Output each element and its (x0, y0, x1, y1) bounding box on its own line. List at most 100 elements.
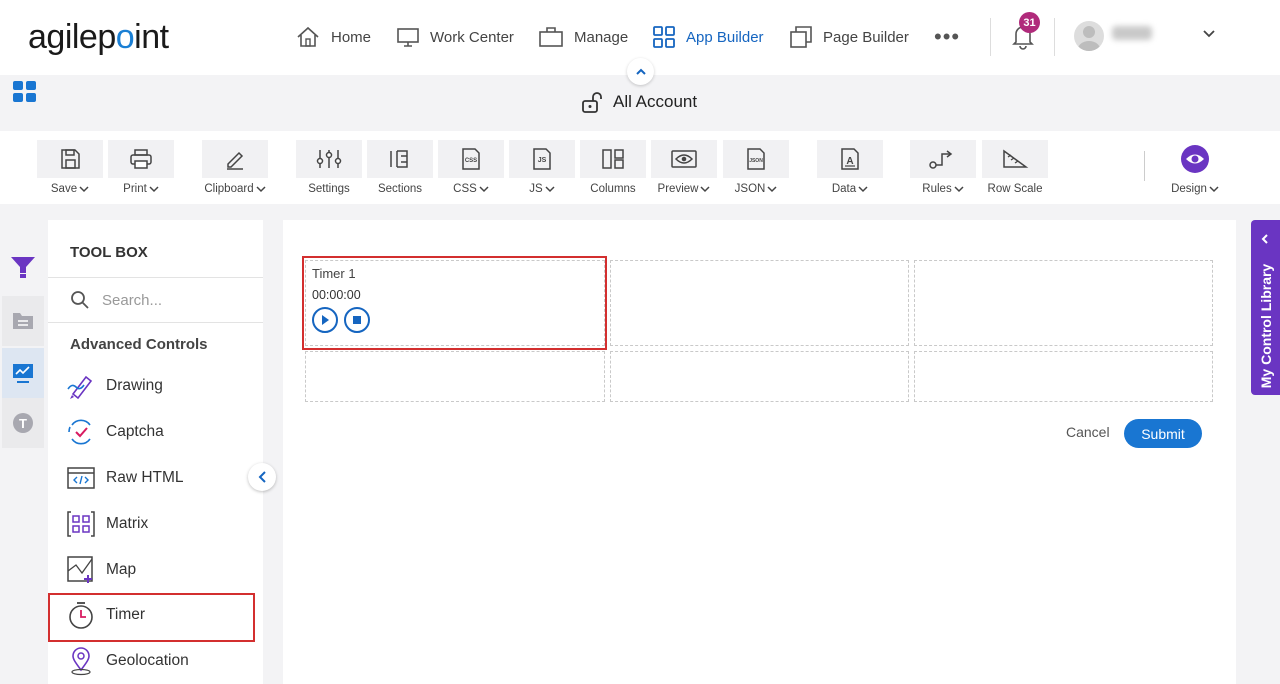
toolbox-item-map[interactable]: Map (66, 551, 136, 589)
chevron-down-icon (149, 185, 159, 192)
toolbox-title: TOOL BOX (70, 244, 148, 261)
pages-icon (790, 26, 812, 48)
chevron-down-icon (545, 185, 555, 192)
form-cell[interactable] (914, 351, 1213, 402)
toolbar-divider (1144, 151, 1145, 181)
app-title-text: All Account (613, 92, 698, 111)
ruler-icon (1003, 149, 1029, 168)
collapse-toolbox-button[interactable] (248, 463, 276, 491)
left-rail: T (0, 220, 46, 684)
js-button[interactable]: JS JS (509, 140, 575, 195)
form-cell[interactable] (610, 260, 909, 346)
form-toolbar: Save Print Clipboard Settings Sections C… (0, 131, 1280, 204)
my-control-library-tab[interactable]: My Control Library (1251, 220, 1280, 395)
toolbox-item-label: Geolocation (106, 652, 189, 669)
toolbox-item-label: Matrix (106, 515, 149, 532)
settings-button[interactable]: Settings (296, 140, 362, 195)
sliders-icon (316, 150, 342, 168)
print-button[interactable]: Print (108, 140, 174, 195)
toolbox-search (70, 290, 252, 310)
nav-page-builder[interactable]: Page Builder (789, 22, 909, 52)
toolbox-item-geolocation[interactable]: Geolocation (66, 642, 189, 680)
pencil-icon (227, 151, 244, 170)
map-icon (67, 556, 93, 583)
chevron-left-icon (1261, 234, 1268, 244)
collapse-header-button[interactable] (627, 58, 654, 85)
user-avatar[interactable] (1074, 21, 1104, 51)
preview-button[interactable]: Preview (651, 140, 717, 195)
design-button[interactable]: Design (1162, 140, 1228, 195)
chevron-down-icon[interactable] (1202, 26, 1216, 44)
chevron-left-icon (258, 471, 266, 483)
nav-home[interactable]: Home (295, 22, 371, 52)
document-list-icon[interactable] (2, 296, 44, 346)
nav-page-builder-label: Page Builder (823, 28, 909, 46)
agilepoint-logo[interactable]: agilepoint (28, 18, 169, 57)
svg-text:JS: JS (538, 157, 547, 164)
search-icon (71, 291, 89, 309)
css-button[interactable]: CSS CSS (438, 140, 504, 195)
data-file-icon: A (841, 148, 859, 170)
form-cell[interactable] (914, 260, 1213, 346)
timer-control-highlight (302, 256, 607, 350)
svg-text:JSON: JSON (749, 158, 763, 164)
cancel-button[interactable]: Cancel (1066, 424, 1110, 440)
chevron-up-icon (635, 68, 646, 75)
chevron-down-icon (700, 185, 710, 192)
briefcase-icon (539, 27, 563, 47)
unlock-icon (582, 92, 602, 113)
chevron-down-icon (256, 185, 266, 192)
toolbox-item-drawing[interactable]: Drawing (66, 367, 163, 405)
form-cell[interactable] (610, 351, 909, 402)
sections-button[interactable]: Sections (367, 140, 433, 195)
toolbox-item-raw-html[interactable]: Raw HTML (66, 459, 184, 497)
design-eye-icon (1181, 145, 1209, 173)
rules-button[interactable]: Rules (910, 140, 976, 195)
toolbox-item-label: Raw HTML (106, 469, 184, 486)
nav-manage[interactable]: Manage (538, 22, 628, 52)
toolbox-item-matrix[interactable]: Matrix (66, 505, 148, 543)
svg-text:T: T (19, 416, 27, 431)
home-icon (297, 26, 319, 47)
captcha-icon (68, 419, 91, 445)
sections-icon (390, 150, 408, 168)
nav-app-builder[interactable]: App Builder (652, 22, 764, 52)
print-icon (130, 149, 152, 169)
divider (48, 277, 263, 278)
more-menu-icon[interactable]: ••• (934, 24, 960, 50)
text-template-icon[interactable]: T (2, 398, 44, 448)
row-scale-button[interactable]: Row Scale (982, 140, 1048, 195)
svg-text:CSS: CSS (465, 158, 477, 164)
form-cell[interactable] (305, 351, 605, 402)
nav-work-center[interactable]: Work Center (396, 22, 514, 52)
nav-work-center-label: Work Center (430, 28, 514, 46)
css-file-icon: CSS (462, 148, 480, 170)
json-file-icon: JSON (747, 148, 765, 170)
rules-flow-icon (929, 150, 953, 169)
timer-highlight (48, 593, 255, 642)
submit-button[interactable]: Submit (1124, 419, 1202, 448)
drawing-icon (67, 375, 93, 400)
save-icon (61, 149, 80, 169)
toolbox-search-input[interactable] (102, 291, 252, 309)
toolbox-item-label: Drawing (106, 377, 163, 394)
clipboard-button[interactable]: Clipboard (202, 140, 268, 195)
chevron-down-icon (479, 185, 489, 192)
save-button[interactable]: Save (37, 140, 103, 195)
control-library-label: My Control Library (1257, 263, 1274, 389)
toolbox-item-label: Captcha (106, 423, 164, 440)
columns-button[interactable]: Columns (580, 140, 646, 195)
chevron-down-icon (767, 185, 777, 192)
json-button[interactable]: JSON JSON (723, 140, 789, 195)
user-name-redacted (1112, 26, 1152, 40)
data-button[interactable]: A Data (817, 140, 883, 195)
chevron-down-icon (858, 185, 868, 192)
toolbox-item-captcha[interactable]: Captcha (66, 413, 164, 451)
columns-icon (602, 149, 624, 169)
apps-grid-icon[interactable] (13, 81, 37, 108)
filter-icon[interactable] (2, 242, 44, 292)
raw-html-icon (67, 467, 95, 489)
chart-monitor-icon[interactable] (2, 348, 44, 398)
monitor-icon (397, 28, 419, 47)
notification-badge: 31 (1019, 12, 1040, 33)
